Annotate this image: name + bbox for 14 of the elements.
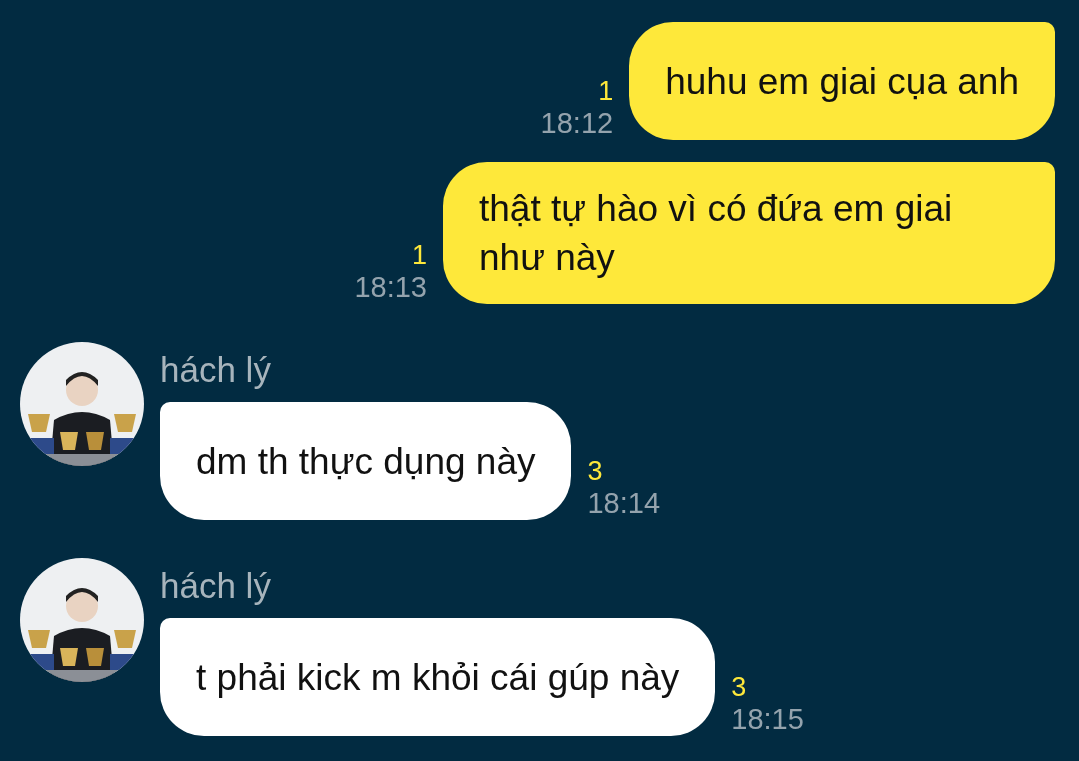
sender-name: hách lý bbox=[160, 350, 272, 390]
sender-name: hách lý bbox=[160, 566, 272, 606]
message-time: 18:14 bbox=[587, 486, 661, 520]
message-bubble: thật tự hào vì có đứa em giai như này bbox=[443, 162, 1055, 304]
unread-count: 3 bbox=[587, 456, 603, 486]
unread-count: 1 bbox=[411, 240, 427, 270]
message-time: 18:15 bbox=[731, 702, 804, 736]
unread-count: 1 bbox=[598, 76, 614, 106]
message-time: 18:13 bbox=[354, 270, 427, 304]
message-bubble: dm th thực dụng này bbox=[160, 402, 572, 520]
message-bubble: huhu em giai cụa anh bbox=[629, 22, 1055, 140]
unread-count: 3 bbox=[731, 672, 747, 702]
message-time: 18:12 bbox=[540, 106, 614, 140]
message-bubble: t phải kick m khỏi cái gúp này bbox=[160, 618, 716, 736]
